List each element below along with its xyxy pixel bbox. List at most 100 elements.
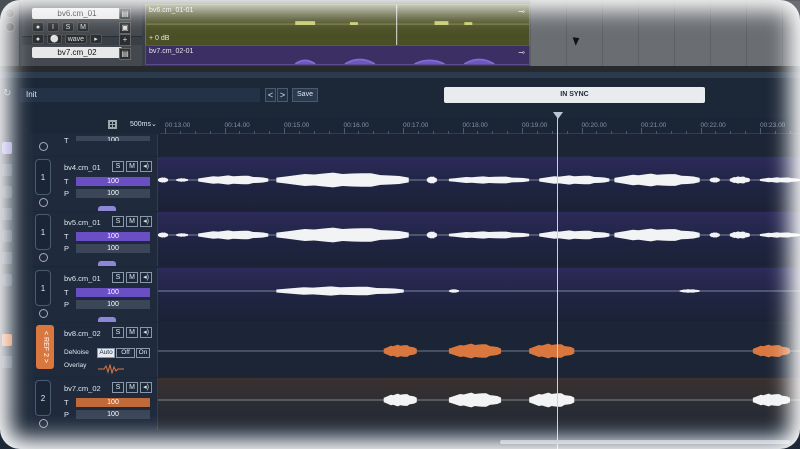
side-tab[interactable] xyxy=(2,142,12,154)
zoom-select[interactable]: 500ms⌄ xyxy=(130,120,157,128)
side-tab[interactable] xyxy=(2,208,12,220)
power-icon[interactable] xyxy=(39,309,48,318)
daw-clip-1[interactable]: bv6.cm_01-01 ⊸ + 0 dB xyxy=(145,4,530,46)
waveform-segment xyxy=(426,176,437,184)
window-icon[interactable] xyxy=(5,22,15,32)
speaker-icon[interactable]: ◂) xyxy=(140,161,152,172)
add-icon[interactable]: + xyxy=(119,34,131,46)
track-lane[interactable] xyxy=(158,157,800,211)
track-number-stepper[interactable]: 1 xyxy=(35,270,51,306)
track-resize-handle[interactable] xyxy=(98,206,116,211)
timeline-ruler[interactable]: 00:13.00 00:14.00 00:15.00 00:16.00 00:17.00… xyxy=(160,118,800,134)
track-lane[interactable] xyxy=(158,378,800,430)
daw-track-name[interactable]: bv6.cm_01 xyxy=(32,8,122,19)
track-settings-icon[interactable]: ▣ xyxy=(119,22,131,34)
track-number-stepper[interactable]: 2 xyxy=(35,380,51,416)
solo-button[interactable]: S xyxy=(112,272,124,283)
track-header: < REF 2 > bv8.cm_02 S M ◂) DeNoise Auto Off On Ov… xyxy=(30,323,158,377)
side-tab[interactable] xyxy=(2,164,12,176)
track-number-stepper[interactable]: 1 xyxy=(35,159,51,195)
playhead-line[interactable] xyxy=(557,118,558,449)
solo-button[interactable]: S xyxy=(112,216,124,227)
track-p-slider[interactable]: 100 xyxy=(76,300,150,309)
waveform-segment xyxy=(448,289,459,293)
speaker-icon[interactable]: ◂) xyxy=(140,327,152,338)
track-p-slider[interactable]: 100 xyxy=(76,189,150,198)
side-tab[interactable] xyxy=(2,186,12,198)
power-icon[interactable] xyxy=(39,253,48,262)
track-p-label: P xyxy=(64,189,70,198)
solo-button[interactable]: S xyxy=(112,161,124,172)
power-icon[interactable] xyxy=(39,142,48,151)
track-p-slider[interactable]: 100 xyxy=(76,410,150,419)
ruler-tick-label: 00:22.00 xyxy=(700,122,726,129)
track-menu-icon[interactable]: ▤ xyxy=(119,48,131,60)
waveform-segment xyxy=(176,233,189,237)
track-resize-handle[interactable] xyxy=(98,261,116,266)
speaker-icon[interactable]: ◂) xyxy=(140,216,152,227)
preset-menu-icon[interactable]: ↻ xyxy=(3,88,11,99)
playhead-marker-icon[interactable] xyxy=(553,112,563,119)
track-resize-handle[interactable] xyxy=(98,317,116,322)
speaker-icon[interactable]: ◂) xyxy=(140,272,152,283)
mute-button[interactable]: M xyxy=(126,382,138,393)
denoise-option-auto[interactable]: Auto xyxy=(97,348,115,358)
plugin-toolbar: ↻ Init < > Save IN SYNC xyxy=(0,84,800,108)
track-t-slider[interactable]: 100 xyxy=(76,177,150,186)
track-menu-icon[interactable]: ▤ xyxy=(119,8,131,20)
power-icon[interactable] xyxy=(39,198,48,207)
mute-button[interactable]: M xyxy=(126,161,138,172)
preset-name-field[interactable]: Init xyxy=(20,88,260,102)
power-icon[interactable] xyxy=(39,419,48,428)
preset-next-button[interactable]: > xyxy=(277,88,288,102)
side-tab-ref[interactable] xyxy=(2,334,12,346)
track-t-slider[interactable]: 100 xyxy=(76,136,150,141)
daw-track-name[interactable]: bv7.cm_02 xyxy=(32,47,122,58)
denoise-option-on[interactable]: On xyxy=(136,348,150,358)
track-t-slider[interactable]: 100 xyxy=(76,398,150,407)
track-waveform xyxy=(158,343,800,359)
waveform-segment xyxy=(529,343,575,359)
track-p-slider[interactable]: 100 xyxy=(76,244,150,253)
close-icon[interactable] xyxy=(5,8,15,18)
rec-arm-button[interactable]: ● xyxy=(32,34,44,44)
track-t-slider[interactable]: 100 xyxy=(76,288,150,297)
read-button[interactable]: ▸ xyxy=(90,34,103,44)
track-lane[interactable] xyxy=(158,268,800,322)
mute-button[interactable]: M xyxy=(126,216,138,227)
side-tab[interactable] xyxy=(2,356,12,368)
daw-clip-2[interactable]: bv7.cm_02-01 ⊸ xyxy=(145,45,530,65)
clip-gain[interactable]: + 0 dB xyxy=(149,35,169,42)
track-sidebar xyxy=(0,134,14,449)
mute-button[interactable]: M xyxy=(126,327,138,338)
side-tab[interactable] xyxy=(2,230,12,242)
waveform-segment xyxy=(158,177,169,183)
ref-track-tab[interactable]: < REF 2 > xyxy=(36,325,54,369)
solo-button[interactable]: S xyxy=(112,382,124,393)
overlay-waveform-icon[interactable] xyxy=(98,361,124,375)
mute-button[interactable]: M xyxy=(126,272,138,283)
track-number-stepper[interactable]: 1 xyxy=(35,214,51,250)
view-mode-select[interactable]: wave xyxy=(64,34,88,44)
denoise-label: DeNoise xyxy=(64,349,89,356)
track-lane[interactable] xyxy=(158,212,800,266)
solo-button[interactable]: S xyxy=(112,327,124,338)
side-tab[interactable] xyxy=(2,274,12,286)
track-waveform xyxy=(158,286,800,296)
speaker-icon[interactable]: ◂) xyxy=(140,382,152,393)
daw-empty-grid[interactable] xyxy=(530,0,800,66)
save-button[interactable]: Save xyxy=(292,88,318,102)
sync-status-button[interactable]: IN SYNC xyxy=(444,87,705,103)
preset-prev-button[interactable]: < xyxy=(265,88,276,102)
side-tab[interactable] xyxy=(2,252,12,264)
voice-button[interactable]: ⚪ xyxy=(47,34,62,44)
track-t-slider[interactable]: 100 xyxy=(76,232,150,241)
track-bv8-cm_02: < REF 2 > bv8.cm_02 S M ◂) DeNoise Auto Off On Ov… xyxy=(30,323,800,377)
denoise-option-off[interactable]: Off xyxy=(116,348,135,358)
track-header: 1 bv6.cm_01 S M ◂) T 100 P 100 xyxy=(30,268,158,322)
waveform-segment xyxy=(529,392,575,408)
horizontal-scrollbar[interactable] xyxy=(500,440,790,444)
track-lane[interactable] xyxy=(158,134,800,156)
track-lane[interactable] xyxy=(158,323,800,377)
grid-icon[interactable] xyxy=(108,120,117,129)
